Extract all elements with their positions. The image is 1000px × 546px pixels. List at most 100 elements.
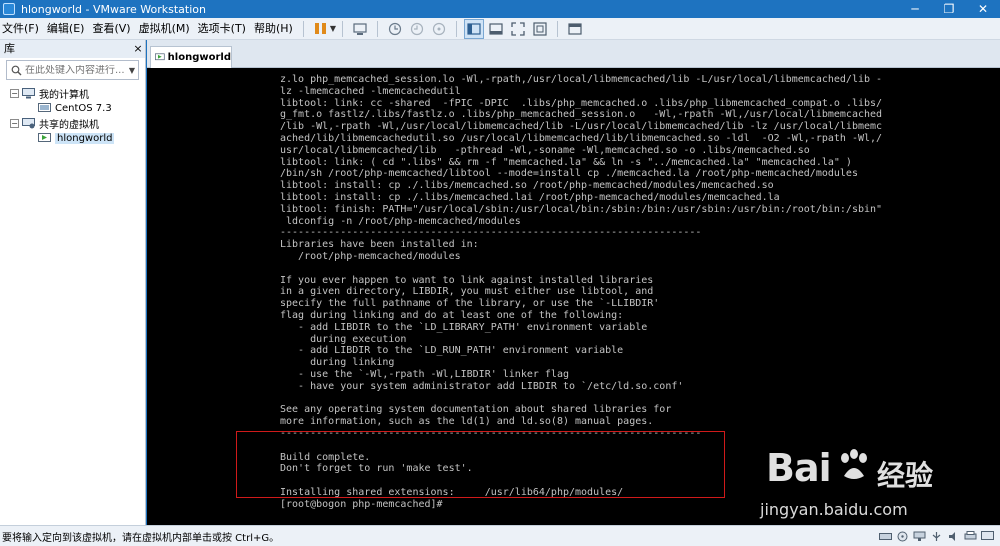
tree-label-my-computer: 我的计算机	[39, 90, 89, 101]
search-icon	[7, 65, 25, 76]
display-icon[interactable]	[981, 530, 994, 542]
tab-strip: hlongworld	[147, 40, 1000, 68]
computer-icon	[22, 88, 35, 99]
vm-tree: − 我的计算机 CentOS 7.3 − 共享的虚拟机 hlongworld	[0, 86, 145, 146]
snapshot-manager-button[interactable]	[429, 19, 449, 39]
toolbar-separator	[376, 20, 378, 37]
chevron-down-icon[interactable]: ▼	[126, 66, 138, 75]
vm-tab-icon	[155, 53, 165, 61]
revert-snapshot-button[interactable]	[407, 19, 427, 39]
tab-hlongworld[interactable]: hlongworld	[150, 46, 232, 68]
library-panel: 库 × ▼ − 我的计算机 CentOS 7.3 − 共享的虚拟机 hlongw…	[0, 40, 146, 525]
send-ctrl-alt-del-icon	[353, 22, 367, 35]
console-view-button[interactable]	[565, 19, 585, 39]
tree-node-shared-vms[interactable]: − 共享的虚拟机	[0, 116, 145, 131]
terminal-line: libtool: link: ( cd ".libs" && rm -f "me…	[280, 156, 852, 168]
vmware-app-icon	[3, 3, 15, 15]
terminal-line: g_fmt.o fastlz/.libs/fastlz.o .libs/php_…	[280, 109, 883, 121]
thumbnail-bar-icon	[489, 22, 503, 35]
menu-vm[interactable]: 虚拟机(M)	[135, 18, 194, 40]
terminal-line: during execution	[280, 333, 407, 345]
toolbar-separator	[341, 20, 343, 37]
close-button[interactable]: ✕	[966, 0, 1000, 18]
terminal-line: usr/local/libmemcached/lib -pthread -Wl,…	[280, 144, 810, 156]
window-title: hlongworld - VMware Workstation	[21, 2, 206, 16]
tree-node-my-computer[interactable]: − 我的计算机	[0, 86, 145, 101]
annotation-highlight-box	[236, 431, 725, 498]
sound-card-icon[interactable]	[947, 531, 960, 542]
menu-bar: 文件(F) 编辑(E) 查看(V) 虚拟机(M) 选项卡(T) 帮助(H) ▼	[0, 18, 1000, 40]
usb-icon[interactable]	[930, 531, 943, 542]
tab-label: hlongworld	[167, 52, 231, 63]
send-ctrl-alt-del-button[interactable]	[350, 19, 370, 39]
terminal-line: - use the `-Wl,-rpath -Wl,LIBDIR' linker…	[280, 368, 569, 380]
cd-dvd-icon[interactable]	[896, 531, 909, 542]
snapshot-manager-icon	[432, 22, 446, 35]
menu-file[interactable]: 文件(F)	[0, 18, 43, 40]
terminal-line: in a given directory, LIBDIR, you must e…	[280, 286, 654, 298]
device-tray	[875, 530, 994, 542]
terminal-line: flag during linking and do at least one …	[280, 309, 624, 321]
toolbar-separator	[455, 20, 457, 37]
toolbar-separator	[556, 20, 558, 37]
collapse-icon[interactable]: −	[10, 89, 19, 98]
tree-label-hlongworld: hlongworld	[55, 133, 115, 144]
snapshot-button[interactable]	[385, 19, 405, 39]
terminal-line: specify the full pathname of the library…	[280, 298, 660, 310]
network-adapter-icon[interactable]	[913, 531, 926, 542]
snapshot-icon	[388, 22, 402, 35]
library-search-input[interactable]	[25, 64, 126, 76]
chevron-down-icon[interactable]: ▼	[330, 24, 336, 33]
terminal-line: See any operating system documentation a…	[280, 404, 672, 416]
minimize-button[interactable]: ─	[898, 0, 932, 18]
status-message: 要将输入定向到该虚拟机，请在虚拟机内部单击或按 Ctrl+G。	[2, 532, 280, 544]
terminal-line: ached/lib/libmemcachedutil.so /usr/local…	[280, 132, 883, 144]
full-screen-button[interactable]	[508, 19, 528, 39]
terminal-line: - add LIBDIR to the `LD_RUN_PATH' enviro…	[280, 345, 624, 357]
tree-node-centos[interactable]: CentOS 7.3	[0, 101, 145, 116]
terminal-line: If you ever happen to want to link again…	[280, 274, 654, 286]
vm-icon	[38, 103, 51, 112]
terminal-line: during linking	[280, 357, 395, 369]
show-library-icon	[467, 22, 481, 35]
terminal-line: Libraries have been installed in:	[280, 239, 479, 251]
shared-vms-icon	[22, 118, 35, 129]
unity-icon	[533, 21, 547, 36]
title-bar: hlongworld - VMware Workstation ─ ❐ ✕	[0, 0, 1000, 18]
terminal-line: libtool: finish: PATH="/usr/local/sbin:/…	[280, 203, 883, 215]
printer-icon[interactable]	[964, 530, 977, 542]
terminal-line: ----------------------------------------…	[280, 227, 702, 239]
terminal-line: libtool: install: cp ./.libs/memcached.l…	[280, 191, 780, 203]
terminal-line: more information, such as the ld(1) and …	[280, 416, 654, 428]
baidu-paw-icon	[841, 449, 867, 479]
menu-tabs[interactable]: 选项卡(T)	[194, 18, 250, 40]
collapse-icon[interactable]: −	[10, 119, 19, 128]
library-search[interactable]: ▼	[6, 60, 139, 80]
menu-edit[interactable]: 编辑(E)	[43, 18, 89, 40]
menu-help[interactable]: 帮助(H)	[250, 18, 297, 40]
terminal-line: libtool: install: cp ./.libs/memcached.s…	[280, 180, 774, 192]
tree-label-shared-vms: 共享的虚拟机	[39, 120, 99, 131]
pause-button[interactable]	[311, 19, 331, 39]
library-header: 库 ×	[0, 40, 145, 58]
hard-disk-icon[interactable]	[879, 531, 892, 542]
thumbnail-bar-button[interactable]	[486, 19, 506, 39]
console-view-icon	[568, 22, 582, 35]
tree-label-centos: CentOS 7.3	[55, 103, 112, 114]
watermark-site: jingyan.baidu.com	[760, 500, 908, 519]
restore-button[interactable]: ❐	[932, 0, 966, 18]
running-vm-icon	[38, 133, 51, 142]
tree-node-hlongworld[interactable]: hlongworld	[0, 131, 145, 146]
terminal-line: z.lo php_memcached_session.lo -Wl,-rpath…	[280, 74, 883, 85]
watermark-logo: Bai	[766, 446, 832, 490]
show-library-button[interactable]	[463, 18, 484, 39]
unity-button[interactable]	[530, 19, 550, 39]
close-icon[interactable]: ×	[131, 40, 145, 58]
terminal-line: - add LIBDIR to the `LD_LIBRARY_PATH' en…	[280, 321, 648, 333]
toolbar-separator	[302, 20, 304, 37]
terminal-line: /bin/sh /root/php-memcached/libtool --mo…	[280, 168, 858, 180]
menu-view[interactable]: 查看(V)	[88, 18, 134, 40]
terminal-line: - have your system administrator add LIB…	[280, 380, 684, 392]
